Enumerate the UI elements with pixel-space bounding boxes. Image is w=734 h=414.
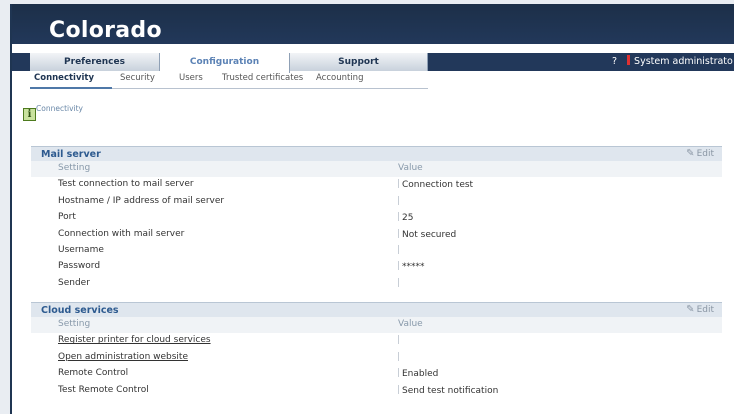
- pencil-icon: ✎: [686, 148, 695, 159]
- value-column-header: Value: [398, 319, 423, 329]
- setting-label: Sender: [58, 277, 90, 288]
- subtab-connectivity[interactable]: Connectivity: [34, 73, 94, 83]
- table-row[interactable]: Sender: [31, 276, 722, 292]
- setting-label: Port: [58, 212, 76, 223]
- setting-label: Register printer for cloud services: [58, 335, 211, 345]
- setting-label: Test Remote Control: [58, 384, 149, 395]
- table-row[interactable]: Register printer for cloud services: [31, 333, 722, 349]
- mail-server-header: Mail server ✎ Edit: [31, 146, 722, 161]
- value-column-header: Value: [398, 163, 423, 173]
- value-separator: [398, 195, 399, 205]
- register-printer-link[interactable]: Register printer for cloud services: [58, 335, 211, 345]
- column-header-row: Setting Value: [31, 161, 722, 178]
- setting-label: Open administration website: [58, 352, 188, 362]
- value-separator: [398, 351, 399, 361]
- value-text: Send test notification: [402, 385, 499, 396]
- edit-label: Edit: [696, 149, 714, 159]
- table-row[interactable]: Username: [31, 243, 722, 259]
- breadcrumb: Connectivity: [36, 104, 83, 113]
- setting-label: Connection with mail server: [58, 228, 185, 239]
- user-area: ? System administrato: [612, 53, 733, 71]
- cloud-services-header: Cloud services ✎ Edit: [31, 302, 722, 317]
- info-icon: i: [23, 108, 36, 121]
- setting-label: Hostname / IP address of mail server: [58, 195, 225, 206]
- cloud-services-title: Cloud services: [41, 305, 119, 316]
- value-separator: [398, 228, 399, 238]
- setting-value: [398, 335, 402, 346]
- setting-value: Enabled: [398, 368, 438, 379]
- tab-support[interactable]: Support: [290, 53, 428, 71]
- tab-configuration[interactable]: Configuration: [160, 53, 290, 73]
- column-header-row: Setting Value: [31, 317, 722, 334]
- value-separator: [398, 244, 399, 254]
- setting-value: 25: [398, 212, 413, 223]
- cloud-services-panel: Cloud services ✎ Edit Setting Value Regis…: [31, 302, 722, 399]
- setting-value: [398, 195, 402, 207]
- setting-value: [398, 351, 402, 363]
- value-separator: [398, 384, 399, 394]
- setting-value: Send test notification: [398, 384, 499, 396]
- value-separator: [398, 179, 399, 189]
- brand-title: Colorado: [49, 18, 162, 43]
- value-text: Enabled: [402, 369, 439, 380]
- table-row[interactable]: Remote Control Enabled: [31, 366, 722, 382]
- mail-server-edit-button[interactable]: ✎ Edit: [686, 148, 714, 159]
- tab-preferences[interactable]: Preferences: [30, 53, 160, 71]
- subtab-users[interactable]: Users: [179, 73, 203, 83]
- setting-column-header: Setting: [58, 319, 91, 329]
- table-row[interactable]: Connection with mail server Not secured: [31, 227, 722, 243]
- setting-label: Password: [58, 261, 101, 272]
- value-separator: [398, 212, 399, 222]
- setting-value: *****: [398, 261, 425, 272]
- value-separator: [398, 261, 399, 271]
- value-separator: [398, 335, 399, 345]
- pencil-icon: ✎: [686, 304, 695, 315]
- table-row[interactable]: Test connection to mail server Connection…: [31, 177, 722, 193]
- subtab-security[interactable]: Security: [120, 73, 155, 83]
- edit-label: Edit: [696, 305, 714, 315]
- value-text: Not secured: [402, 229, 457, 240]
- value-separator: [398, 277, 399, 287]
- mail-server-title: Mail server: [41, 149, 101, 160]
- subtab-trusted-certificates[interactable]: Trusted certificates: [222, 73, 303, 83]
- setting-label: Username: [58, 244, 104, 255]
- value-text: 25: [402, 213, 414, 224]
- setting-value: [398, 277, 402, 289]
- subnav-active-underline: [30, 87, 112, 89]
- setting-value: [398, 244, 402, 256]
- table-row[interactable]: Test Remote Control Send test notificatio…: [31, 383, 722, 399]
- mail-server-panel: Mail server ✎ Edit Setting Value Test con…: [31, 146, 722, 292]
- help-button[interactable]: ?: [612, 56, 617, 67]
- setting-value: Not secured: [398, 228, 457, 240]
- user-name-link[interactable]: System administrato: [634, 56, 733, 67]
- setting-label: Remote Control: [58, 368, 129, 379]
- value-text: Connection test: [402, 180, 474, 191]
- setting-column-header: Setting: [58, 163, 91, 173]
- cloud-services-edit-button[interactable]: ✎ Edit: [686, 304, 714, 315]
- alert-flag-icon: [627, 55, 631, 65]
- value-separator: [398, 368, 399, 378]
- table-row[interactable]: Password *****: [31, 259, 722, 275]
- setting-label: Test connection to mail server: [58, 179, 194, 190]
- setting-value: Connection test: [398, 179, 473, 190]
- subtab-accounting[interactable]: Accounting: [316, 73, 363, 83]
- value-text: *****: [402, 262, 425, 273]
- table-row[interactable]: Open administration website: [31, 350, 722, 366]
- open-admin-website-link[interactable]: Open administration website: [58, 352, 188, 362]
- table-row[interactable]: Port 25: [31, 210, 722, 226]
- table-row[interactable]: Hostname / IP address of mail server: [31, 194, 722, 210]
